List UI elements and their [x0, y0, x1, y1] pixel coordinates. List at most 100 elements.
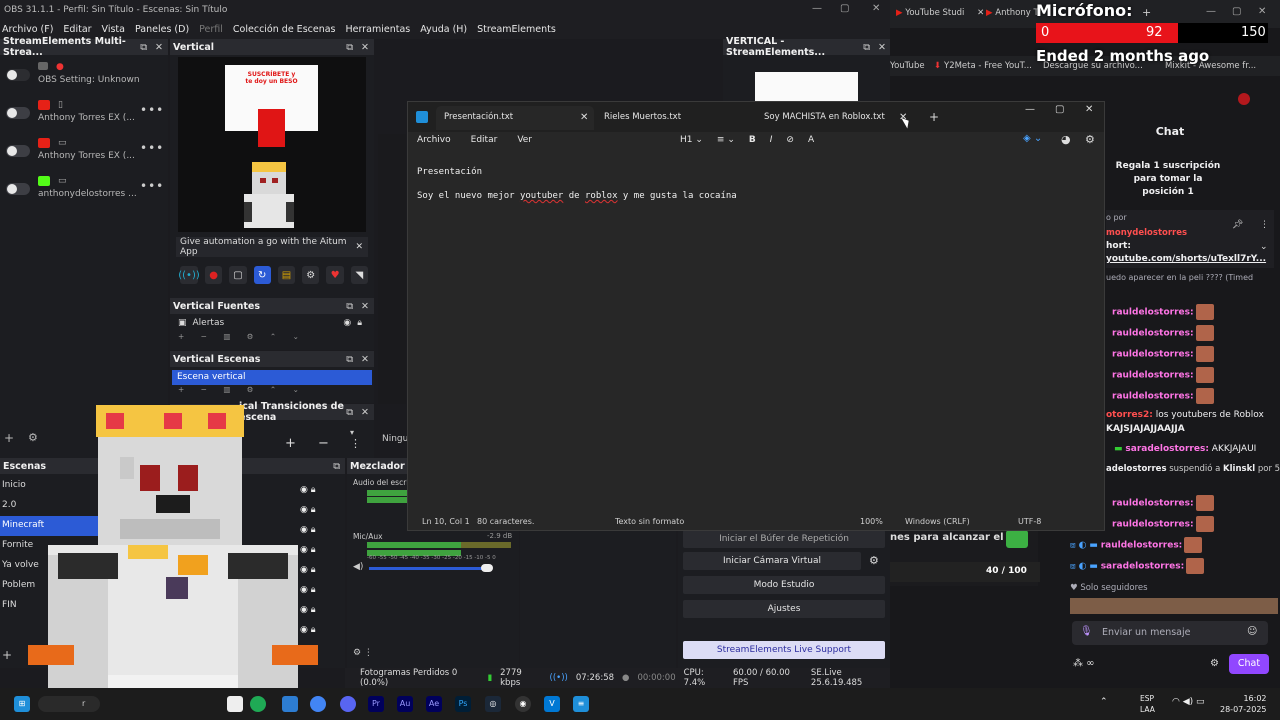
chat-username[interactable]: rauldelostorres:	[1112, 520, 1194, 530]
float-icon[interactable]: ⧉	[346, 301, 353, 312]
gear-icon[interactable]: ⚙	[1085, 133, 1095, 146]
virtual-camera-button[interactable]: Iniciar Cámara Virtual	[683, 552, 861, 570]
close-icon[interactable]: ✕	[977, 8, 984, 18]
premiere-icon[interactable]: Pr	[368, 696, 384, 712]
menu-editar[interactable]: Editar	[471, 135, 498, 145]
chat-username[interactable]: rauldelostorres:	[1112, 392, 1194, 402]
maximize-icon[interactable]: ▢	[1232, 6, 1241, 17]
gear-icon[interactable]: ⚙	[302, 266, 320, 284]
bold-icon[interactable]: B	[749, 135, 756, 145]
minimize-icon[interactable]: —	[1206, 6, 1216, 17]
record-icon[interactable]: ●	[205, 266, 223, 284]
volume-slider[interactable]	[369, 567, 491, 570]
bookmark[interactable]: YouTube	[890, 61, 925, 71]
encoding[interactable]: UTF-8	[1018, 517, 1041, 526]
chat-input[interactable]: Enviar un mensaje	[1072, 621, 1268, 645]
gift-sub-banner[interactable]: Regala 1 suscripción para tomar la posic…	[1106, 160, 1230, 199]
maximize-icon[interactable]: ▢	[1055, 104, 1064, 115]
app-icon[interactable]	[250, 696, 266, 712]
language-indicator[interactable]: ESP LAA	[1140, 693, 1155, 715]
volume-slider-handle[interactable]	[481, 564, 493, 572]
close-icon[interactable]: ✕	[361, 354, 369, 365]
close-icon[interactable]: ✕	[355, 242, 368, 252]
pinned-link[interactable]: youtube.com/shorts/uTexll7rY...	[1106, 254, 1266, 264]
gear-icon[interactable]: ⚙	[869, 554, 879, 567]
tab-presentacion[interactable]: Presentación.txt	[436, 106, 594, 130]
emote-bar[interactable]	[1070, 598, 1278, 614]
close-icon[interactable]: ✕	[878, 42, 886, 53]
close-icon[interactable]: ✕	[580, 112, 588, 123]
more-icon[interactable]: •••	[140, 103, 164, 117]
chat-icon[interactable]: ◥	[350, 266, 368, 284]
pin-icon[interactable]: 📌︎	[1232, 220, 1243, 230]
close-icon[interactable]: ✕	[361, 301, 369, 312]
chat-username[interactable]: rauldelostorres:	[1112, 308, 1194, 318]
chrome-icon[interactable]	[310, 696, 326, 712]
windows-start-icon[interactable]: ⊞	[14, 696, 30, 712]
audition-icon[interactable]: Au	[397, 696, 413, 712]
float-icon[interactable]: ⧉	[140, 42, 147, 53]
chat-username[interactable]: saradelostorres:	[1125, 444, 1209, 454]
chat-username[interactable]: saradelostorres:	[1101, 562, 1185, 572]
more-vertical-icon[interactable]: ⋮	[1260, 220, 1269, 230]
list-icon[interactable]: ≡ ⌄	[717, 135, 735, 145]
points-icon[interactable]: ⁂ ∞	[1073, 658, 1095, 669]
menu-ayuda[interactable]: Ayuda (H)	[420, 24, 467, 35]
speaker-icon[interactable]: ◀)	[353, 562, 363, 572]
heading-button[interactable]: H1 ⌄	[680, 135, 703, 145]
zoom-level[interactable]: 100%	[860, 517, 883, 526]
browser-tab[interactable]: ▶ YouTube Studi ✕	[896, 8, 984, 18]
notepad-icon[interactable]: ≡	[573, 696, 589, 712]
after-effects-icon[interactable]: Ae	[426, 696, 442, 712]
close-icon[interactable]: ✕	[1085, 104, 1093, 115]
replay-buffer-button[interactable]: Iniciar el Búfer de Repetición	[683, 530, 885, 548]
lock-icon[interactable]: 🔒︎	[357, 318, 362, 328]
photoshop-icon[interactable]: Ps	[455, 696, 471, 712]
new-tab-icon[interactable]: +	[1142, 6, 1151, 19]
menu-ver[interactable]: Ver	[517, 135, 532, 145]
live-support-button[interactable]: StreamElements Live Support	[683, 641, 885, 659]
settings-button[interactable]: Ajustes	[683, 600, 885, 618]
line-ending[interactable]: Windows (CRLF)	[905, 517, 970, 526]
wifi-icon[interactable]: ◠ ◀) ▭	[1172, 697, 1205, 707]
italic-icon[interactable]: I	[770, 135, 773, 145]
menu-perfil[interactable]: Perfil	[199, 24, 223, 35]
replay-icon[interactable]: ↻	[253, 266, 271, 284]
studio-mode-button[interactable]: Modo Estudio	[683, 576, 885, 594]
source-item[interactable]: ▣ Alertas ◉ 🔒︎	[170, 314, 374, 332]
gear-icon[interactable]: ⚙	[1210, 658, 1219, 669]
new-tab-icon[interactable]: +	[929, 110, 939, 124]
chat-username[interactable]: rauldelostorres:	[1112, 329, 1194, 339]
toggle-switch[interactable]	[6, 69, 30, 81]
gear-icon[interactable]: ⚙ ⋮	[353, 648, 373, 658]
close-icon[interactable]: ✕	[361, 407, 369, 418]
bookmark[interactable]: Y2Meta - Free YouT...	[944, 61, 1032, 71]
toggle-switch[interactable]	[6, 145, 30, 157]
minimize-icon[interactable]: —	[812, 3, 822, 14]
notepad-text-area[interactable]: Presentación Soy el nuevo mejor youtuber …	[417, 160, 737, 208]
menu-coleccion[interactable]: Colección de Escenas	[233, 24, 336, 35]
emoji-icon[interactable]: ☺	[1247, 626, 1257, 637]
maximize-icon[interactable]: ▢	[840, 3, 849, 14]
float-icon[interactable]: ⧉	[346, 354, 353, 365]
browser-tab[interactable]: ▶ Anthony T	[986, 8, 1039, 18]
chevron-down-icon[interactable]: ▾	[350, 428, 354, 437]
remove-icon[interactable]: −	[318, 436, 329, 451]
chat-username[interactable]: rauldelostorres:	[1112, 371, 1194, 381]
eye-icon[interactable]: ◉	[343, 318, 351, 328]
chat-username[interactable]: rauldelostorres:	[1112, 499, 1194, 509]
close-icon[interactable]: ✕	[872, 3, 880, 14]
close-icon[interactable]: ✕	[1258, 6, 1266, 17]
more-icon[interactable]: •••	[140, 179, 164, 193]
close-icon[interactable]: ✕	[155, 42, 163, 53]
chevron-down-icon[interactable]: ⌄	[1260, 242, 1268, 252]
more-vertical-icon[interactable]: ⋮	[350, 437, 361, 450]
app-icon[interactable]	[282, 696, 298, 712]
chat-username[interactable]: rauldelostorres:	[1101, 541, 1183, 551]
menu-paneles[interactable]: Paneles (D)	[135, 24, 189, 35]
menu-archivo[interactable]: Archivo (F)	[2, 24, 53, 35]
taskbar-clock[interactable]: 16:02 28-07-2025	[1220, 693, 1267, 715]
obs-icon[interactable]: ◉	[515, 696, 531, 712]
profile-icon[interactable]: ◕	[1061, 133, 1071, 146]
minimize-icon[interactable]: —	[1025, 104, 1035, 115]
